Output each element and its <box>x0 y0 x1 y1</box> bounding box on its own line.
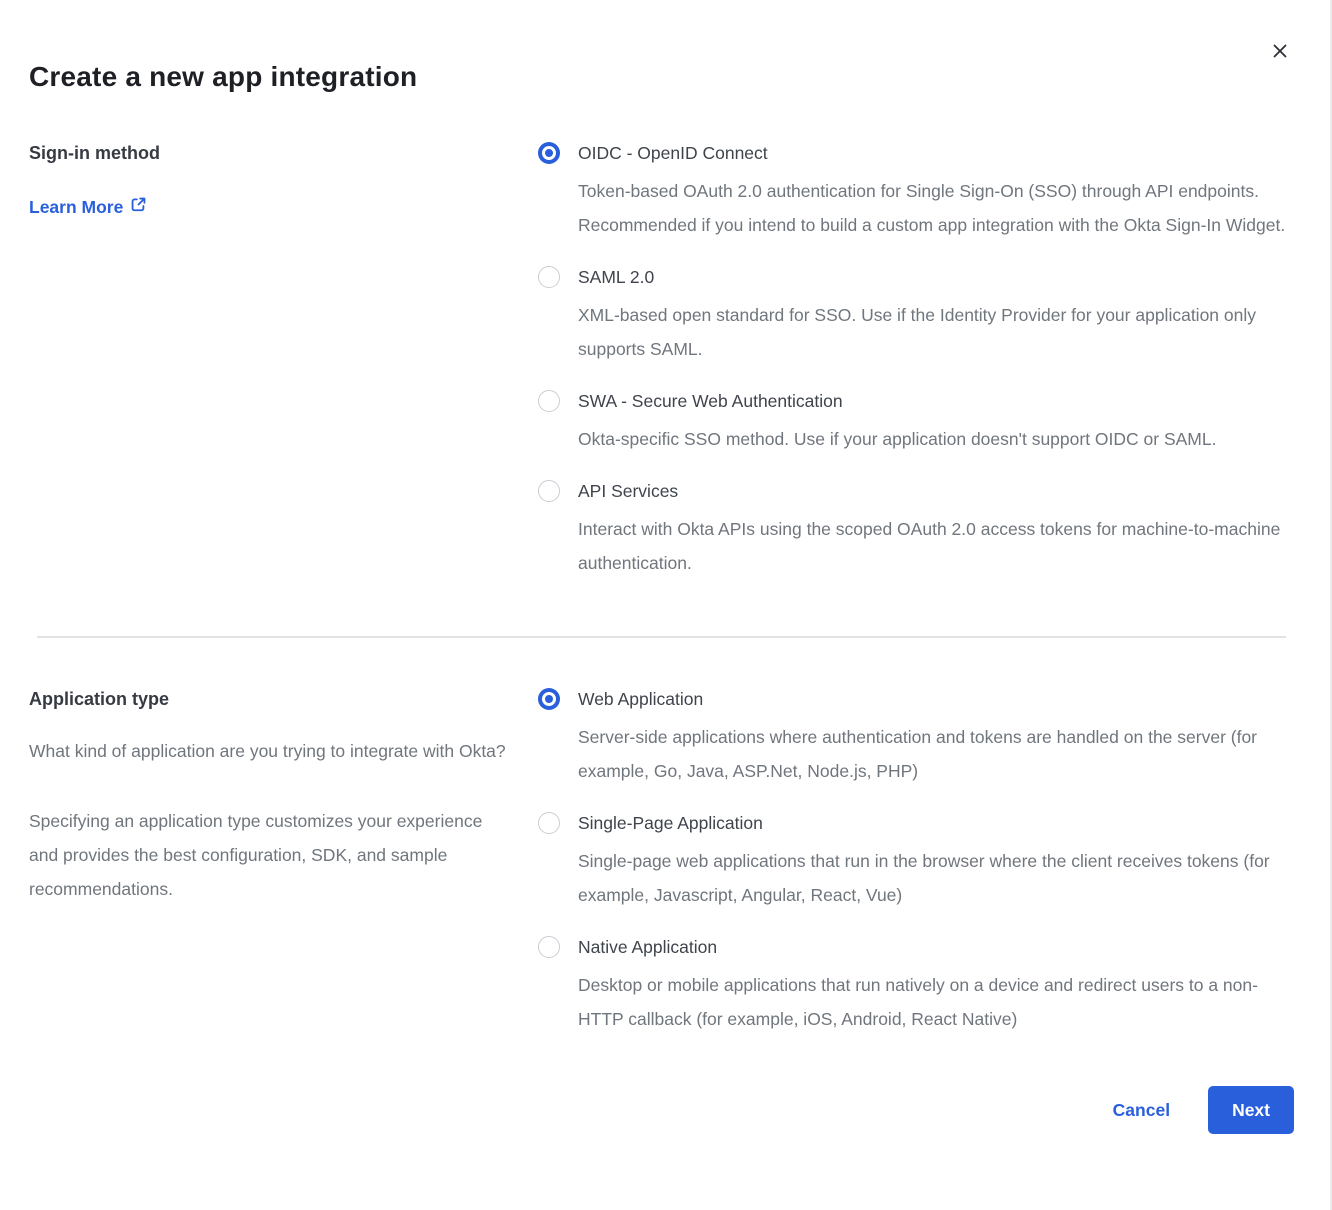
option-web-application-description: Server-side applications where authentic… <box>578 720 1286 788</box>
application-type-question: What kind of application are you trying … <box>29 734 511 768</box>
radio-swa[interactable] <box>538 390 560 412</box>
external-link-icon <box>130 196 147 218</box>
option-native-application-label[interactable]: Native Application <box>578 934 1286 960</box>
option-web-application: Web Application Server-side applications… <box>538 686 1294 788</box>
option-web-application-label[interactable]: Web Application <box>578 686 1286 712</box>
option-single-page-application-label[interactable]: Single-Page Application <box>578 810 1286 836</box>
close-icon <box>1271 42 1289 63</box>
close-button[interactable] <box>1268 40 1292 64</box>
signin-method-section: Sign-in method Learn More OIDC - OpenID … <box>29 140 1294 602</box>
application-type-heading: Application type <box>29 686 518 712</box>
next-button[interactable]: Next <box>1208 1086 1294 1134</box>
option-native-application-description: Desktop or mobile applications that run … <box>578 968 1286 1036</box>
option-single-page-application-description: Single-page web applications that run in… <box>578 844 1286 912</box>
radio-web-application[interactable] <box>538 688 560 710</box>
learn-more-link[interactable]: Learn More <box>29 196 147 218</box>
application-type-note: Specifying an application type customize… <box>29 804 511 906</box>
radio-single-page-application[interactable] <box>538 812 560 834</box>
dialog-footer: Cancel Next <box>29 1086 1294 1134</box>
option-swa-label[interactable]: SWA - Secure Web Authentication <box>578 388 1216 414</box>
option-oidc: OIDC - OpenID Connect Token-based OAuth … <box>538 140 1294 242</box>
signin-method-options: OIDC - OpenID Connect Token-based OAuth … <box>538 140 1294 602</box>
application-type-options: Web Application Server-side applications… <box>538 686 1294 1058</box>
application-type-left-column: Application type What kind of applicatio… <box>29 686 538 1058</box>
learn-more-label: Learn More <box>29 197 123 218</box>
radio-api-services[interactable] <box>538 480 560 502</box>
cancel-button[interactable]: Cancel <box>1113 1100 1170 1121</box>
page-title: Create a new app integration <box>29 60 1294 94</box>
option-saml: SAML 2.0 XML-based open standard for SSO… <box>538 264 1294 366</box>
option-swa: SWA - Secure Web Authentication Okta-spe… <box>538 388 1294 456</box>
option-swa-description: Okta-specific SSO method. Use if your ap… <box>578 422 1216 456</box>
signin-method-left-column: Sign-in method Learn More <box>29 140 538 602</box>
option-native-application: Native Application Desktop or mobile app… <box>538 934 1294 1036</box>
create-app-integration-dialog: Create a new app integration Sign-in met… <box>0 0 1330 1210</box>
radio-oidc[interactable] <box>538 142 560 164</box>
option-api-services-description: Interact with Okta APIs using the scoped… <box>578 512 1286 580</box>
option-saml-description: XML-based open standard for SSO. Use if … <box>578 298 1286 366</box>
section-divider <box>37 636 1286 638</box>
option-single-page-application: Single-Page Application Single-page web … <box>538 810 1294 912</box>
radio-native-application[interactable] <box>538 936 560 958</box>
radio-saml[interactable] <box>538 266 560 288</box>
signin-method-heading: Sign-in method <box>29 140 518 166</box>
option-oidc-label[interactable]: OIDC - OpenID Connect <box>578 140 1286 166</box>
option-api-services-label[interactable]: API Services <box>578 478 1286 504</box>
option-saml-label[interactable]: SAML 2.0 <box>578 264 1286 290</box>
application-type-section: Application type What kind of applicatio… <box>29 686 1294 1058</box>
option-oidc-description: Token-based OAuth 2.0 authentication for… <box>578 174 1286 242</box>
option-api-services: API Services Interact with Okta APIs usi… <box>538 478 1294 580</box>
